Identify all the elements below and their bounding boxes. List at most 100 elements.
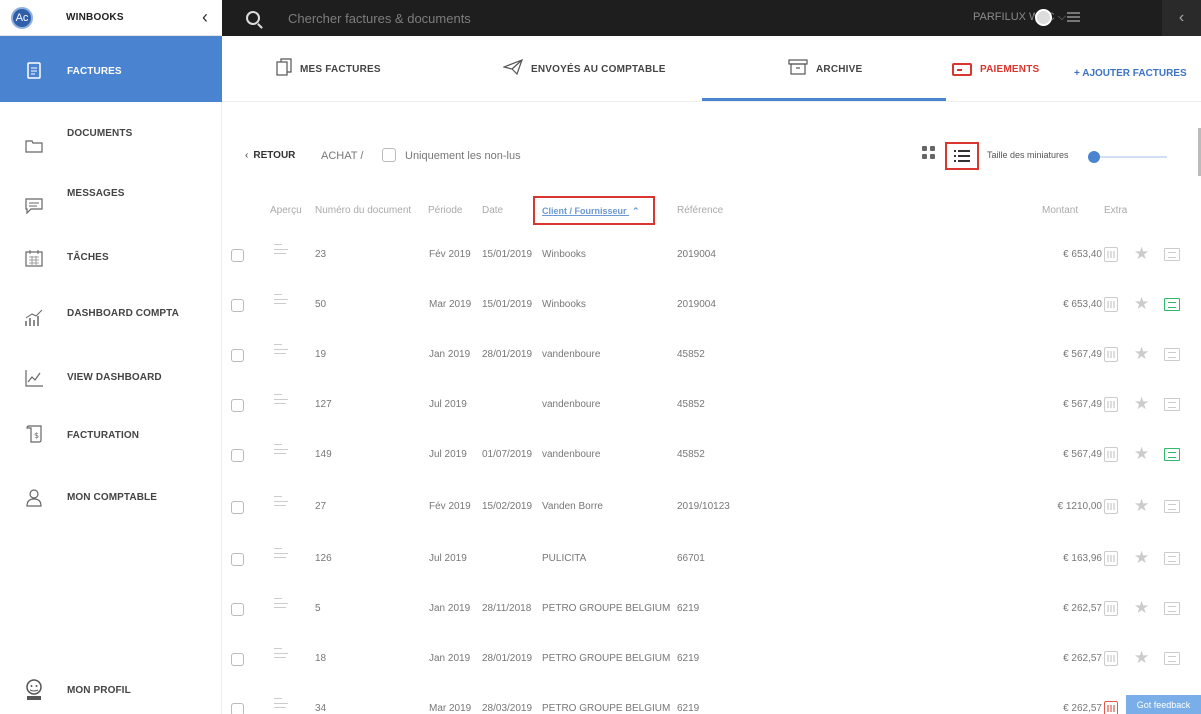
tab-mes-factures[interactable]: MES FACTURES: [276, 36, 381, 102]
due-date-calendar-icon[interactable]: [1104, 247, 1118, 262]
document-thumbnail[interactable]: [272, 595, 292, 611]
row-checkbox[interactable]: [231, 249, 244, 262]
comment-icon[interactable]: [1164, 552, 1180, 565]
star-icon[interactable]: ★: [1134, 548, 1149, 568]
unread-only-checkbox[interactable]: [382, 148, 396, 162]
thumbnail-size-slider[interactable]: [1092, 156, 1167, 158]
star-icon[interactable]: ★: [1134, 496, 1149, 516]
feedback-button[interactable]: Got feedback: [1126, 695, 1201, 714]
document-thumbnail[interactable]: [272, 695, 292, 711]
row-checkbox[interactable]: [231, 703, 244, 714]
comment-icon[interactable]: [1164, 448, 1180, 461]
payment-card-icon: [952, 62, 972, 76]
sidebar-item-documents[interactable]: DOCUMENTS: [0, 122, 222, 182]
row-checkbox[interactable]: [231, 449, 244, 462]
document-thumbnail[interactable]: [272, 441, 292, 457]
table-row[interactable]: 34 Mar 2019 28/03/2019 PETRO GROUPE BELG…: [222, 680, 1201, 714]
slider-handle[interactable]: [1088, 151, 1100, 163]
back-button[interactable]: ‹ RETOUR: [245, 150, 295, 161]
cell-client: Winbooks: [542, 299, 586, 310]
document-thumbnail[interactable]: [272, 341, 292, 357]
grid-view-icon[interactable]: [922, 146, 936, 162]
column-header-periode[interactable]: Période: [428, 205, 462, 216]
account-logo[interactable]: Ac: [11, 6, 33, 29]
due-date-calendar-icon[interactable]: [1104, 447, 1118, 462]
cell-montant: € 567,49: [1063, 449, 1102, 460]
star-icon[interactable]: ★: [1134, 444, 1149, 464]
row-checkbox[interactable]: [231, 603, 244, 616]
sidebar-item-mon-comptable[interactable]: MON COMPTABLE: [0, 482, 222, 542]
billing-icon: $: [24, 424, 44, 444]
sidebar-item-mon-profil[interactable]: MON PROFIL: [0, 676, 222, 714]
comment-icon[interactable]: [1164, 602, 1180, 615]
column-header-reference[interactable]: Référence: [677, 205, 723, 216]
star-icon[interactable]: ★: [1134, 648, 1149, 668]
add-invoices-link[interactable]: + AJOUTER FACTURES: [1074, 68, 1187, 79]
table-row[interactable]: 149 Jul 2019 01/07/2019 vandenboure 4585…: [222, 426, 1201, 484]
row-checkbox[interactable]: [231, 299, 244, 312]
comment-icon[interactable]: [1164, 348, 1180, 361]
due-date-calendar-icon[interactable]: [1104, 601, 1118, 616]
due-date-calendar-icon[interactable]: [1104, 499, 1118, 514]
sidebar-item-dashboard-compta[interactable]: DASHBOARD COMPTA: [0, 302, 222, 362]
unread-only-label: Uniquement les non-lus: [405, 150, 521, 162]
column-header-client[interactable]: Client / Fournisseur ⌃: [542, 206, 640, 217]
search-icon[interactable]: [246, 11, 260, 25]
star-icon[interactable]: ★: [1134, 598, 1149, 618]
search-input[interactable]: [288, 10, 688, 26]
row-checkbox[interactable]: [231, 653, 244, 666]
row-checkbox[interactable]: [231, 349, 244, 362]
comment-icon[interactable]: [1164, 248, 1180, 261]
company-selector[interactable]: PARFILUX WBC ⌵: [973, 11, 1066, 24]
breadcrumb[interactable]: ACHAT /: [321, 150, 363, 162]
sidebar-item-messages[interactable]: MESSAGES: [0, 182, 222, 242]
document-thumbnail[interactable]: [272, 645, 292, 661]
cell-periode: Mar 2019: [429, 299, 472, 310]
cell-reference: 6219: [677, 703, 700, 714]
due-date-calendar-icon[interactable]: [1104, 651, 1118, 666]
document-thumbnail[interactable]: [272, 545, 292, 561]
comment-icon[interactable]: [1164, 298, 1180, 311]
column-header-montant[interactable]: Montant: [1042, 205, 1078, 216]
collapse-right-panel-icon[interactable]: ‹: [1162, 0, 1201, 36]
sidebar-item-view-dashboard[interactable]: VIEW DASHBOARD: [0, 362, 222, 422]
sidebar-item-factures[interactable]: FACTURES: [0, 36, 222, 102]
tab-envoyes-au-comptable[interactable]: ENVOYÉS AU COMPTABLE: [502, 36, 666, 102]
row-checkbox[interactable]: [231, 399, 244, 412]
sidebar-item-taches[interactable]: TÂCHES: [0, 242, 222, 302]
due-date-calendar-icon[interactable]: [1104, 347, 1118, 362]
row-checkbox[interactable]: [231, 553, 244, 566]
comment-icon[interactable]: [1164, 398, 1180, 411]
tab-paiements[interactable]: PAIEMENTS: [952, 36, 1039, 102]
document-thumbnail[interactable]: [272, 391, 292, 407]
due-date-calendar-icon[interactable]: [1104, 297, 1118, 312]
star-icon[interactable]: ★: [1134, 294, 1149, 314]
sidebar-item-label: MESSAGES: [67, 188, 125, 199]
document-thumbnail[interactable]: [272, 241, 292, 257]
table-row[interactable]: 27 Fév 2019 15/02/2019 Vanden Borre 2019…: [222, 478, 1201, 536]
hamburger-menu-icon[interactable]: [1067, 12, 1080, 22]
document-thumbnail[interactable]: [272, 291, 292, 307]
comment-icon[interactable]: [1164, 500, 1180, 513]
star-icon[interactable]: ★: [1134, 344, 1149, 364]
comment-icon[interactable]: [1164, 652, 1180, 665]
profile-icon: [24, 679, 44, 700]
sidebar: FACTURES DOCUMENTS MESSAGES TÂCHES DASHB…: [0, 36, 222, 714]
sidebar-item-facturation[interactable]: $ FACTURATION: [0, 422, 222, 482]
due-date-calendar-icon[interactable]: [1104, 397, 1118, 412]
column-header-numero[interactable]: Numéro du document: [315, 205, 411, 216]
documents-icon: [276, 58, 292, 80]
star-icon[interactable]: ★: [1134, 244, 1149, 264]
due-date-calendar-icon[interactable]: [1104, 701, 1118, 714]
star-icon[interactable]: ★: [1134, 394, 1149, 414]
cell-montant: € 163,96: [1063, 553, 1102, 564]
due-date-calendar-icon[interactable]: [1104, 551, 1118, 566]
list-view-icon[interactable]: [945, 142, 979, 170]
user-avatar-icon[interactable]: [1035, 9, 1052, 26]
collapse-sidebar-icon[interactable]: ‹: [202, 7, 208, 28]
document-thumbnail[interactable]: [272, 493, 292, 509]
column-header-date[interactable]: Date: [482, 205, 503, 216]
tab-archive[interactable]: ARCHIVE: [788, 36, 862, 102]
tab-label: ARCHIVE: [816, 63, 863, 75]
row-checkbox[interactable]: [231, 501, 244, 514]
